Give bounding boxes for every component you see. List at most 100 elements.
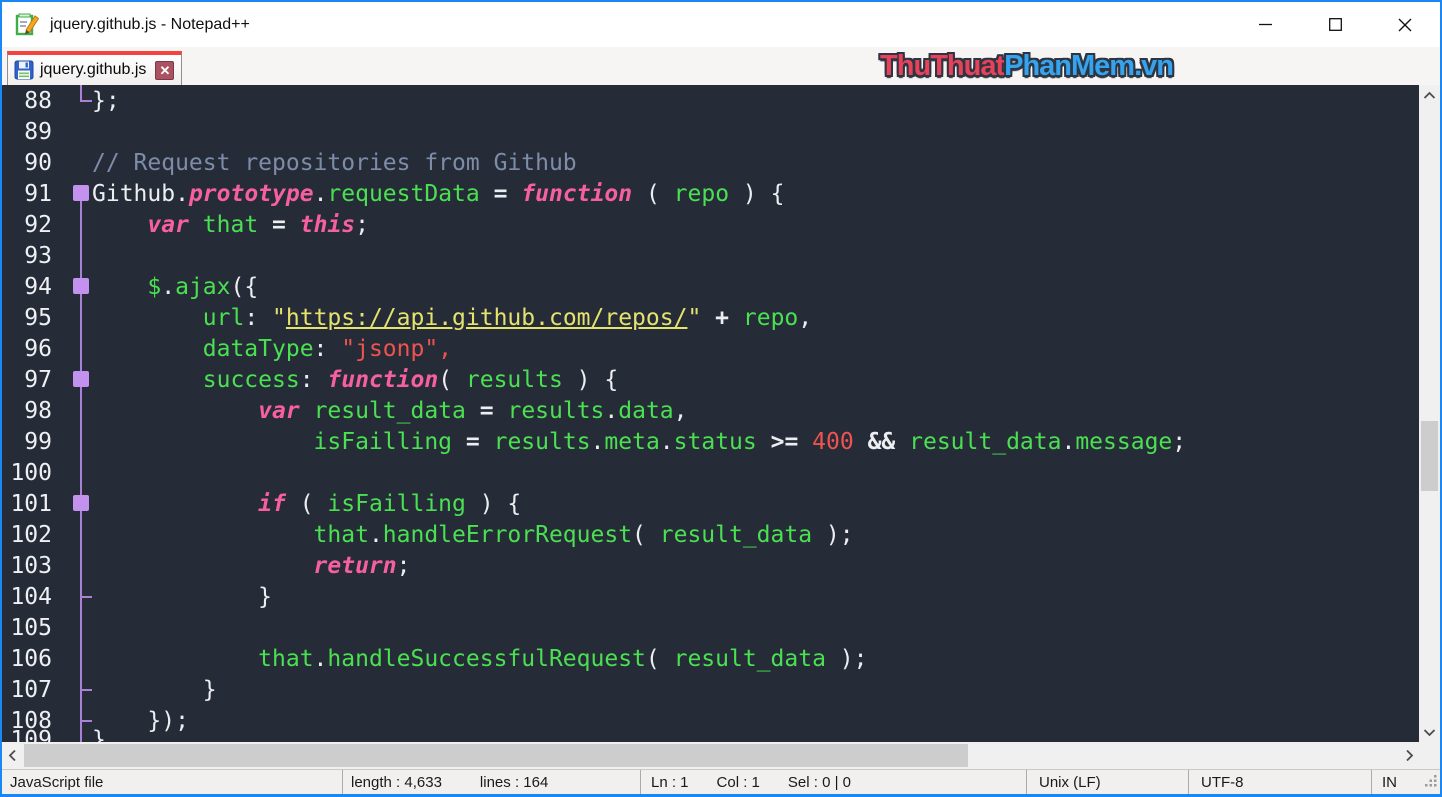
code-text[interactable]: } bbox=[92, 584, 1419, 610]
fold-margin[interactable] bbox=[58, 116, 92, 147]
code-line[interactable]: 93 bbox=[2, 240, 1419, 271]
code-line[interactable]: 94 $.ajax({ bbox=[2, 271, 1419, 302]
fold-margin[interactable] bbox=[58, 147, 92, 178]
fold-margin[interactable] bbox=[58, 333, 92, 364]
fold-margin[interactable] bbox=[58, 612, 92, 643]
line-number[interactable]: 107 bbox=[2, 677, 58, 703]
fold-margin[interactable] bbox=[58, 550, 92, 581]
close-button[interactable] bbox=[1370, 2, 1440, 47]
line-number[interactable]: 95 bbox=[2, 305, 58, 331]
line-number[interactable]: 106 bbox=[2, 646, 58, 672]
fold-margin[interactable] bbox=[58, 364, 92, 395]
vertical-scrollbar-thumb[interactable] bbox=[1421, 421, 1438, 491]
line-number[interactable]: 102 bbox=[2, 522, 58, 548]
code-text[interactable]: isFailling = results.meta.status >= 400 … bbox=[92, 429, 1419, 455]
fold-margin[interactable] bbox=[58, 643, 92, 674]
fold-marker-icon[interactable] bbox=[73, 278, 89, 294]
code-line[interactable]: 103 return; bbox=[2, 550, 1419, 581]
code-text[interactable]: return; bbox=[92, 553, 1419, 579]
code-text[interactable]: } bbox=[92, 727, 1419, 743]
fold-margin[interactable] bbox=[58, 178, 92, 209]
fold-margin[interactable] bbox=[58, 581, 92, 612]
code-text[interactable]: var that = this; bbox=[92, 212, 1419, 238]
line-number[interactable]: 93 bbox=[2, 243, 58, 269]
line-number[interactable]: 88 bbox=[2, 88, 58, 114]
code-text[interactable]: }; bbox=[92, 88, 1419, 114]
fold-margin[interactable] bbox=[58, 240, 92, 271]
line-number[interactable]: 99 bbox=[2, 429, 58, 455]
fold-margin[interactable] bbox=[58, 85, 92, 116]
tab-jquery-github-js[interactable]: jquery.github.js ✕ bbox=[7, 51, 183, 85]
code-text[interactable]: // Request repositories from Github bbox=[92, 150, 1419, 176]
code-line[interactable]: 99 isFailling = results.meta.status >= 40… bbox=[2, 426, 1419, 457]
horizontal-scrollbar-track[interactable] bbox=[22, 742, 1399, 769]
fold-margin[interactable] bbox=[58, 302, 92, 333]
line-number[interactable]: 101 bbox=[2, 491, 58, 517]
code-line[interactable]: 105 bbox=[2, 612, 1419, 643]
fold-margin[interactable] bbox=[58, 395, 92, 426]
code-line[interactable]: 89 bbox=[2, 116, 1419, 147]
fold-margin[interactable] bbox=[58, 271, 92, 302]
fold-marker-icon[interactable] bbox=[73, 185, 89, 201]
code-text[interactable]: that.handleSuccessfulRequest( result_dat… bbox=[92, 646, 1419, 672]
fold-margin[interactable] bbox=[58, 488, 92, 519]
fold-margin[interactable] bbox=[58, 519, 92, 550]
horizontal-scrollbar-thumb[interactable] bbox=[24, 744, 968, 767]
scroll-right-button[interactable] bbox=[1399, 742, 1419, 769]
fold-marker-icon[interactable] bbox=[73, 371, 89, 387]
code-text[interactable]: if ( isFailling ) { bbox=[92, 491, 1419, 517]
line-number[interactable]: 105 bbox=[2, 615, 58, 641]
code-text[interactable]: var result_data = results.data, bbox=[92, 398, 1419, 424]
code-line[interactable]: 91 Github.prototype.requestData = functio… bbox=[2, 178, 1419, 209]
vertical-scrollbar-track[interactable] bbox=[1419, 105, 1440, 722]
code-text[interactable]: dataType: "jsonp", bbox=[92, 336, 1419, 362]
line-number[interactable]: 100 bbox=[2, 460, 58, 486]
line-number[interactable]: 104 bbox=[2, 584, 58, 610]
code-text[interactable]: that.handleErrorRequest( result_data ); bbox=[92, 522, 1419, 548]
scroll-left-button[interactable] bbox=[2, 742, 22, 769]
line-number[interactable]: 89 bbox=[2, 119, 58, 145]
code-line[interactable]: 95 url: "https://api.github.com/repos/" +… bbox=[2, 302, 1419, 333]
code-line[interactable]: 101 if ( isFailling ) { bbox=[2, 488, 1419, 519]
fold-margin[interactable] bbox=[58, 426, 92, 457]
code-line[interactable]: 96 dataType: "jsonp", bbox=[2, 333, 1419, 364]
tab-close-icon[interactable]: ✕ bbox=[155, 60, 175, 80]
fold-margin[interactable] bbox=[58, 705, 92, 736]
fold-marker-icon[interactable] bbox=[73, 495, 89, 511]
resize-grip[interactable] bbox=[1424, 774, 1438, 792]
code-line[interactable]: 104} bbox=[2, 581, 1419, 612]
code-line[interactable]: 107} bbox=[2, 674, 1419, 705]
minimize-button[interactable] bbox=[1230, 2, 1300, 47]
code-line[interactable]: 102 that.handleErrorRequest( result_data … bbox=[2, 519, 1419, 550]
code-text[interactable]: } bbox=[92, 677, 1419, 703]
code-editor[interactable]: 88}; 89 90 // Request repositories from Git… bbox=[2, 85, 1419, 742]
fold-margin[interactable] bbox=[58, 457, 92, 488]
line-number[interactable]: 98 bbox=[2, 398, 58, 424]
code-line[interactable]: 92 var that = this; bbox=[2, 209, 1419, 240]
vertical-scrollbar[interactable] bbox=[1419, 85, 1440, 769]
scroll-up-button[interactable] bbox=[1419, 85, 1440, 105]
horizontal-scrollbar[interactable] bbox=[2, 742, 1419, 769]
code-text[interactable]: $.ajax({ bbox=[92, 274, 1419, 300]
fold-margin[interactable] bbox=[58, 674, 92, 705]
code-line[interactable]: 88}; bbox=[2, 85, 1419, 116]
code-line[interactable]: 106 that.handleSuccessfulRequest( result_… bbox=[2, 643, 1419, 674]
line-number[interactable]: 97 bbox=[2, 367, 58, 393]
code-text[interactable]: url: "https://api.github.com/repos/" + r… bbox=[92, 305, 1419, 331]
line-number[interactable]: 92 bbox=[2, 212, 58, 238]
maximize-button[interactable] bbox=[1300, 2, 1370, 47]
code-line[interactable]: 98 var result_data = results.data, bbox=[2, 395, 1419, 426]
line-number[interactable]: 109 bbox=[2, 727, 58, 743]
fold-margin[interactable] bbox=[58, 209, 92, 240]
line-number[interactable]: 94 bbox=[2, 274, 58, 300]
code-text[interactable]: success: function( results ) { bbox=[92, 367, 1419, 393]
code-line[interactable]: 90 // Request repositories from Github bbox=[2, 147, 1419, 178]
line-number[interactable]: 90 bbox=[2, 150, 58, 176]
code-text[interactable]: Github.prototype.requestData = function … bbox=[92, 181, 1419, 207]
scroll-down-button[interactable] bbox=[1419, 722, 1440, 742]
line-number[interactable]: 103 bbox=[2, 553, 58, 579]
line-number[interactable]: 96 bbox=[2, 336, 58, 362]
line-number[interactable]: 91 bbox=[2, 181, 58, 207]
code-line[interactable]: 97 success: function( results ) { bbox=[2, 364, 1419, 395]
code-line[interactable]: 100 bbox=[2, 457, 1419, 488]
